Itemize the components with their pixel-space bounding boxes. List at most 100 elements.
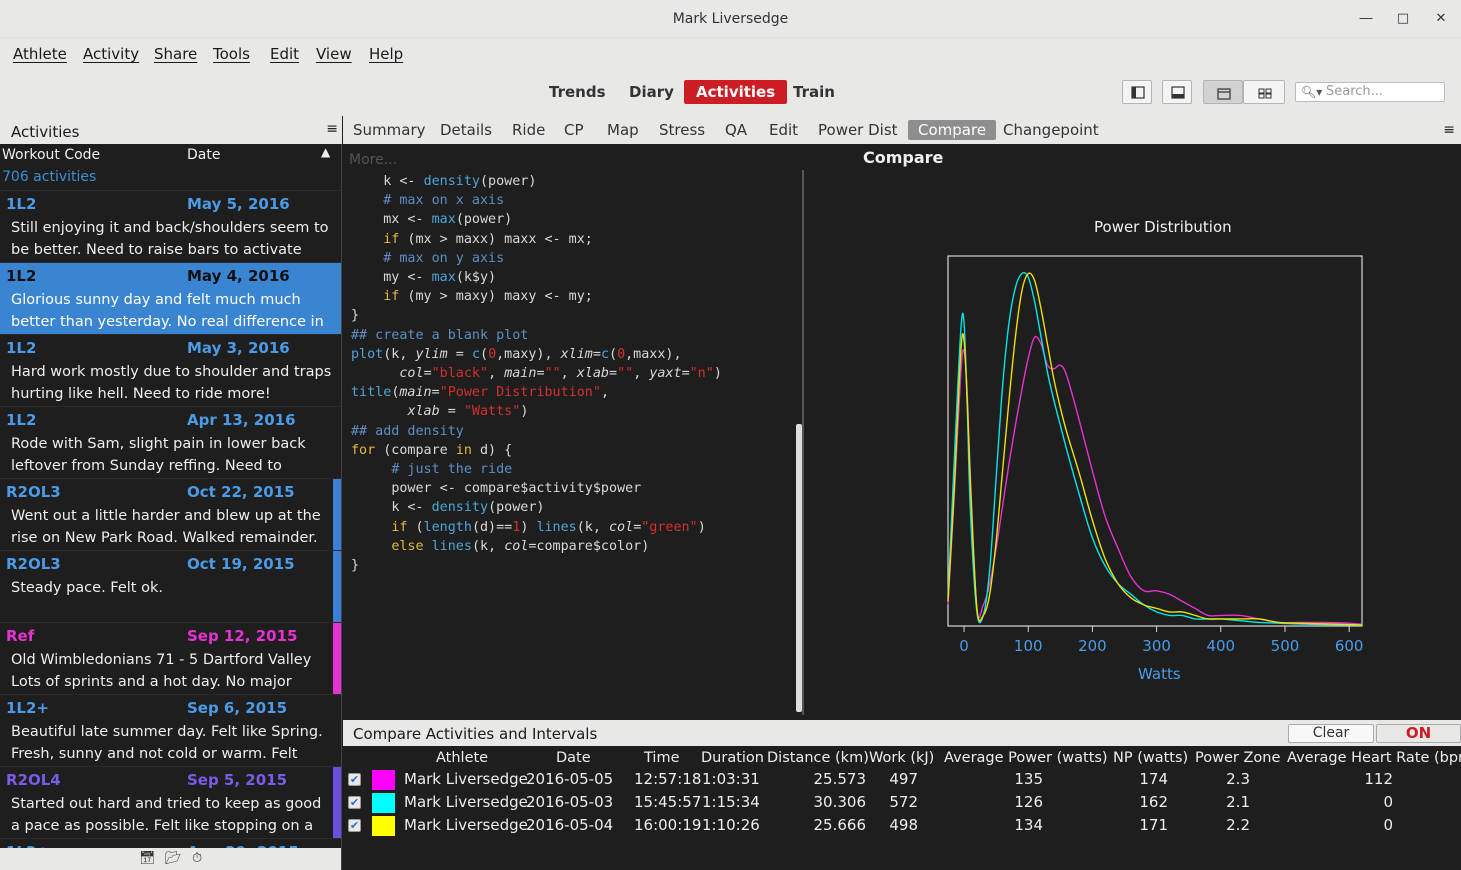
sidebar-menu-icon[interactable]: ≡: [326, 121, 338, 137]
column-header-distance[interactable]: Distance (km): [767, 750, 869, 766]
code-line: # just the ride: [391, 462, 513, 478]
view-trends[interactable]: Trends: [537, 80, 618, 104]
column-header-duration[interactable]: Duration: [701, 750, 764, 766]
compare-cell: 2.3: [1226, 770, 1250, 788]
compare-cell: 171: [1139, 816, 1168, 834]
close-icon[interactable]: ✕: [1431, 9, 1451, 29]
activity-list-item[interactable]: 1L2 Apr 13, 2016 Rode with Sam, slight pai…: [0, 406, 341, 478]
tab-stress[interactable]: Stress: [649, 120, 715, 140]
compare-cell: 126: [1014, 793, 1043, 811]
compare-cell: 135: [1014, 770, 1043, 788]
view-train[interactable]: Train: [781, 80, 847, 104]
tab-cp[interactable]: CP: [554, 120, 594, 140]
view-activities[interactable]: Activities: [684, 80, 788, 104]
menu-athlete[interactable]: Athlete: [13, 45, 67, 63]
column-header-time[interactable]: Time: [644, 750, 680, 766]
compare-cell: 1:15:34: [702, 793, 760, 811]
column-header-workout-code[interactable]: Workout Code: [2, 147, 100, 163]
tab-edit[interactable]: Edit: [759, 120, 808, 140]
compare-cell: 112: [1364, 770, 1393, 788]
activity-list-item[interactable]: R2OL4 Sep 5, 2015 Started out hard and tri…: [0, 766, 341, 839]
menu-activity[interactable]: Activity: [83, 45, 139, 63]
compare-cell: Mark Liversedge: [404, 793, 528, 811]
menu-help[interactable]: Help: [369, 45, 403, 63]
menu-view[interactable]: View: [316, 45, 352, 63]
code-line: if (my > maxy) maxy <- my;: [383, 289, 593, 305]
folder-icon[interactable]: 📂︎: [165, 851, 182, 866]
view-diary[interactable]: Diary: [617, 80, 686, 104]
column-header-athlete[interactable]: Athlete: [436, 750, 488, 766]
menu-tools[interactable]: Tools: [213, 45, 250, 63]
compare-cell: 12:57:18: [634, 770, 702, 788]
x-tick-label: 300: [1142, 637, 1171, 655]
activity-workout-code: Ref: [6, 627, 35, 645]
activity-list-item[interactable]: 1L2 May 3, 2016 Hard work mostly due to sh…: [0, 334, 341, 406]
column-header-average-heart-rate[interactable]: Average Heart Rate (bpm: [1287, 750, 1461, 766]
compare-toggle-button[interactable]: ON: [1376, 724, 1461, 743]
toggle-sidebar-button[interactable]: [1122, 80, 1152, 104]
compare-title: Compare Activities and Intervals: [353, 725, 598, 743]
color-swatch[interactable]: [372, 770, 395, 790]
activity-date: Apr 13, 2016: [187, 411, 296, 429]
activity-date: Sep 5, 2015: [187, 771, 288, 789]
compare-checkbox[interactable]: ✔: [348, 819, 361, 832]
tab-qa[interactable]: QA: [715, 120, 757, 140]
tab-map[interactable]: Map: [597, 120, 649, 140]
color-swatch[interactable]: [372, 793, 395, 813]
compare-row[interactable]: ✔ Mark Liversedge 2016-05-03 15:45:57 1:15:3…: [343, 791, 1461, 814]
tab-compare[interactable]: Compare: [908, 120, 997, 140]
density-series-line-3: [947, 272, 1363, 626]
code-line: k <- density(power): [383, 174, 537, 189]
tab-changepoint[interactable]: Changepoint: [993, 120, 1109, 140]
x-tick-label: 600: [1335, 637, 1364, 655]
minimize-icon[interactable]: ―: [1356, 9, 1376, 29]
splitter[interactable]: [802, 170, 804, 715]
stopwatch-icon[interactable]: ⏱︎: [192, 851, 202, 866]
compare-row[interactable]: ✔ Mark Liversedge 2016-05-04 16:00:19 1:10:2…: [343, 814, 1461, 837]
tab-details[interactable]: Details: [430, 120, 502, 140]
column-header-power-zone[interactable]: Power Zone: [1195, 750, 1280, 766]
tab-layout-button[interactable]: [1203, 80, 1243, 104]
color-swatch[interactable]: [372, 816, 395, 836]
activity-list-item[interactable]: 1L2 May 4, 2016 Glorious sunny day and fel…: [0, 262, 341, 334]
editor-scrollbar[interactable]: [796, 424, 802, 712]
tab-ride[interactable]: Ride: [502, 120, 555, 140]
activity-notes: Old Wimbledonians 71 - 5 Dartford Valley…: [11, 652, 312, 690]
menu-edit[interactable]: Edit: [270, 45, 299, 63]
tabs-menu-icon[interactable]: ≡: [1443, 122, 1455, 138]
column-header-date[interactable]: Date: [556, 750, 591, 766]
code-line: xlab = "Watts"): [407, 404, 529, 420]
search-icon[interactable]: 🔍︎▾: [1301, 85, 1322, 99]
clear-button[interactable]: Clear: [1288, 724, 1374, 743]
compare-checkbox[interactable]: ✔: [348, 773, 361, 786]
column-header-average-power[interactable]: Average Power (watts): [944, 750, 1108, 766]
compare-cell: 174: [1139, 770, 1168, 788]
maximize-icon[interactable]: □: [1393, 9, 1413, 29]
activity-list-item[interactable]: 1L2+ Sep 6, 2015 Beautiful late summer day…: [0, 694, 341, 766]
code-line: }: [351, 308, 360, 324]
column-header-date[interactable]: Date: [187, 147, 220, 163]
activity-color-stripe: [333, 767, 341, 839]
column-header-work[interactable]: Work (kJ): [869, 750, 934, 766]
compare-cell: 0: [1383, 793, 1393, 811]
activity-workout-code: R2OL3: [6, 483, 61, 501]
tab-power-dist[interactable]: Power Dist: [808, 120, 908, 140]
more-label[interactable]: More...: [349, 152, 397, 168]
compare-cell: 497: [889, 770, 918, 788]
calendar-icon[interactable]: 📅︎: [139, 851, 156, 866]
compare-cell: 162: [1139, 793, 1168, 811]
tile-layout-button[interactable]: [1243, 80, 1285, 104]
sort-chevron-icon[interactable]: ▲: [321, 145, 330, 159]
compare-checkbox[interactable]: ✔: [348, 796, 361, 809]
activity-list-item[interactable]: R2OL3 Oct 22, 2015 Went out a little harde…: [0, 478, 341, 551]
tab-summary[interactable]: Summary: [343, 120, 436, 140]
column-header-np[interactable]: NP (watts): [1113, 750, 1188, 766]
r-script-editor[interactable]: k <- density(power) # max on x axis mx <…: [351, 172, 803, 712]
activity-date: Sep 12, 2015: [187, 627, 298, 645]
activity-list-item[interactable]: 1L2 May 5, 2016 Still enjoying it and back…: [0, 190, 341, 262]
compare-row[interactable]: ✔ Mark Liversedge 2016-05-05 12:57:18 1:03:3…: [343, 768, 1461, 791]
activity-list-item[interactable]: R2OL3 Oct 19, 2015 Steady pace. Felt ok.: [0, 550, 341, 623]
menu-share[interactable]: Share: [154, 45, 197, 63]
activity-list-item[interactable]: Ref Sep 12, 2015 Old Wimbledonians 71 - 5 …: [0, 622, 341, 695]
toggle-bottom-panel-button[interactable]: [1162, 80, 1192, 104]
